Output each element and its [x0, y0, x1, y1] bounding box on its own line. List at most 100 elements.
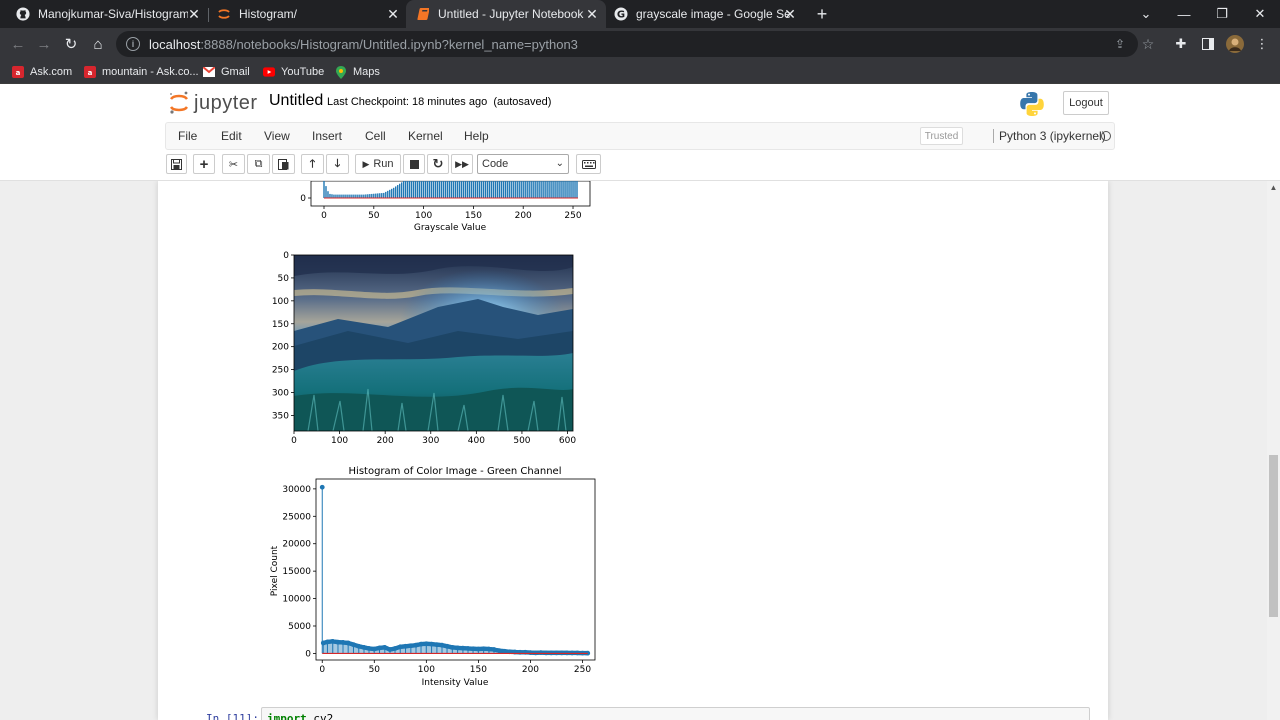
stem-marker: [476, 646, 481, 652]
back-arrow-icon[interactable]: ←: [6, 32, 30, 56]
omnibox[interactable]: i localhost:8888/notebooks/Histogram/Unt…: [116, 31, 1154, 57]
stem-marker: [330, 638, 336, 644]
scissors-icon: ✂: [228, 158, 239, 171]
trusted-indicator[interactable]: Trusted: [920, 127, 963, 145]
code-cell-input[interactable]: import cv2: [261, 707, 1090, 720]
copy-button[interactable]: ⧉: [247, 154, 270, 174]
new-tab-button[interactable]: +: [803, 0, 841, 28]
stem-marker: [528, 650, 533, 655]
close-tab-icon[interactable]: ✕: [782, 6, 798, 22]
plot-frame: [310, 181, 591, 207]
bookmark-ask[interactable]: a Ask.com: [12, 63, 72, 81]
stem-marker: [408, 643, 414, 649]
move-down-button[interactable]: 🡓: [326, 154, 349, 174]
stem-marker: [486, 646, 492, 652]
command-palette-button[interactable]: [576, 154, 601, 174]
code-line[interactable]: import cv2: [267, 712, 333, 720]
stem-marker: [397, 644, 403, 650]
side-panel-icon[interactable]: [1199, 35, 1217, 53]
kernel-idle-indicator-icon: [1101, 131, 1111, 141]
jupyter-notebook-icon: [416, 7, 430, 21]
scrollbar-thumb[interactable]: [1269, 455, 1278, 617]
stem-marker: [449, 644, 455, 650]
menu-cell[interactable]: Cell: [365, 129, 386, 143]
site-info-icon[interactable]: i: [126, 37, 140, 51]
stem-marker: [429, 641, 434, 647]
menu-kernel[interactable]: Kernel: [408, 129, 443, 143]
restart-button[interactable]: ↻: [427, 154, 449, 174]
x-tick-label: 200: [377, 436, 394, 446]
code-text: cv2: [306, 712, 334, 720]
close-tab-icon[interactable]: ✕: [385, 6, 401, 22]
green-channel-histogram-plot: Histogram of Color Image - Green Channel…: [270, 466, 596, 688]
tab-search-chevron-icon[interactable]: ⌄: [1127, 0, 1165, 28]
y-tick-label: 5000: [288, 622, 311, 632]
insert-cell-button[interactable]: +: [193, 154, 215, 174]
menu-edit[interactable]: Edit: [221, 129, 242, 143]
jupyter-logo[interactable]: jupyter: [168, 90, 258, 116]
paste-button[interactable]: [272, 154, 295, 174]
close-window-icon[interactable]: ✕: [1241, 0, 1279, 28]
menu-insert[interactable]: Insert: [312, 129, 342, 143]
y-tick-label: 25000: [282, 512, 311, 522]
page-scrollbar[interactable]: ▲: [1267, 181, 1280, 720]
cell-type-select[interactable]: Code ⌄: [477, 154, 569, 174]
interrupt-button[interactable]: [403, 154, 425, 174]
bookmark-maps[interactable]: Maps: [335, 63, 380, 81]
bookmark-mountain[interactable]: a mountain - Ask.co...: [84, 63, 199, 81]
menu-help[interactable]: Help: [464, 129, 489, 143]
tab-google-search[interactable]: G grayscale image - Google Search ✕: [606, 0, 804, 28]
maximize-icon[interactable]: ❐: [1203, 0, 1241, 28]
x-tick-label: 50: [368, 211, 380, 221]
run-button[interactable]: ▶ Run: [355, 154, 401, 174]
reload-icon[interactable]: ↻: [59, 32, 83, 56]
stem-marker: [340, 640, 346, 645]
url-text[interactable]: localhost:8888/notebooks/Histogram/Untit…: [149, 37, 578, 52]
notebook-scroll-area: 0 50 100 150 200 250 0 Grayscale Value 0…: [0, 181, 1267, 720]
close-tab-icon[interactable]: ✕: [186, 6, 202, 22]
stem-marker: [413, 642, 419, 648]
bookmark-gmail[interactable]: Gmail: [203, 63, 250, 81]
y-tick-label: 10000: [282, 595, 311, 605]
notebook-name[interactable]: Untitled: [269, 92, 323, 110]
x-axis-label: Intensity Value: [422, 678, 489, 688]
move-up-button[interactable]: 🡑: [301, 154, 324, 174]
x-tick-label: 200: [522, 665, 539, 675]
x-tick-label: 100: [331, 436, 348, 446]
cut-button[interactable]: ✂: [222, 154, 245, 174]
tab-github[interactable]: Manojkumar-Siva/Histogram-of- ✕: [8, 0, 208, 28]
stem-marker: [351, 642, 356, 648]
menu-bar: File Edit View Insert Cell Kernel Help T…: [165, 122, 1115, 150]
share-icon[interactable]: ⇪: [1111, 35, 1129, 53]
close-tab-icon[interactable]: ✕: [584, 6, 600, 22]
jupyter-icon: [217, 7, 231, 21]
kernel-name[interactable]: Python 3 (ipykernel): [993, 129, 1106, 143]
stem-marker: [423, 641, 429, 647]
save-button[interactable]: [166, 154, 187, 174]
tab-histogram[interactable]: Histogram/ ✕: [209, 0, 407, 28]
bookmark-youtube[interactable]: YouTube: [263, 63, 324, 81]
google-icon: G: [614, 7, 628, 21]
stem-marker: [434, 642, 440, 648]
restart-run-all-button[interactable]: ▶▶: [451, 154, 473, 174]
browser-tab-strip: Manojkumar-Siva/Histogram-of- ✕ Histogra…: [0, 0, 1280, 28]
chrome-menu-icon[interactable]: ⋮: [1253, 35, 1271, 53]
minimize-icon[interactable]: —: [1165, 0, 1203, 28]
x-tick-label: 300: [422, 436, 439, 446]
menu-view[interactable]: View: [264, 129, 290, 143]
stem-marker: [366, 646, 372, 651]
forward-arrow-icon[interactable]: →: [32, 32, 56, 56]
bookmark-star-icon[interactable]: ☆: [1139, 35, 1157, 53]
stem-marker: [439, 642, 445, 648]
home-icon[interactable]: ⌂: [86, 32, 110, 56]
autosave-status: (autosaved): [493, 96, 552, 108]
x-axis-ticks: 0 50 100 150 200 250: [321, 206, 582, 221]
copy-icon: ⧉: [254, 157, 263, 170]
menu-file[interactable]: File: [178, 129, 197, 143]
profile-avatar[interactable]: [1226, 35, 1244, 53]
logout-button[interactable]: Logout: [1063, 91, 1109, 115]
extensions-puzzle-icon[interactable]: ✚: [1172, 35, 1190, 53]
tab-untitled-notebook[interactable]: Untitled - Jupyter Notebook ✕: [406, 0, 606, 28]
scroll-up-arrow-icon[interactable]: ▲: [1269, 183, 1278, 192]
stem-marker: [496, 648, 502, 654]
